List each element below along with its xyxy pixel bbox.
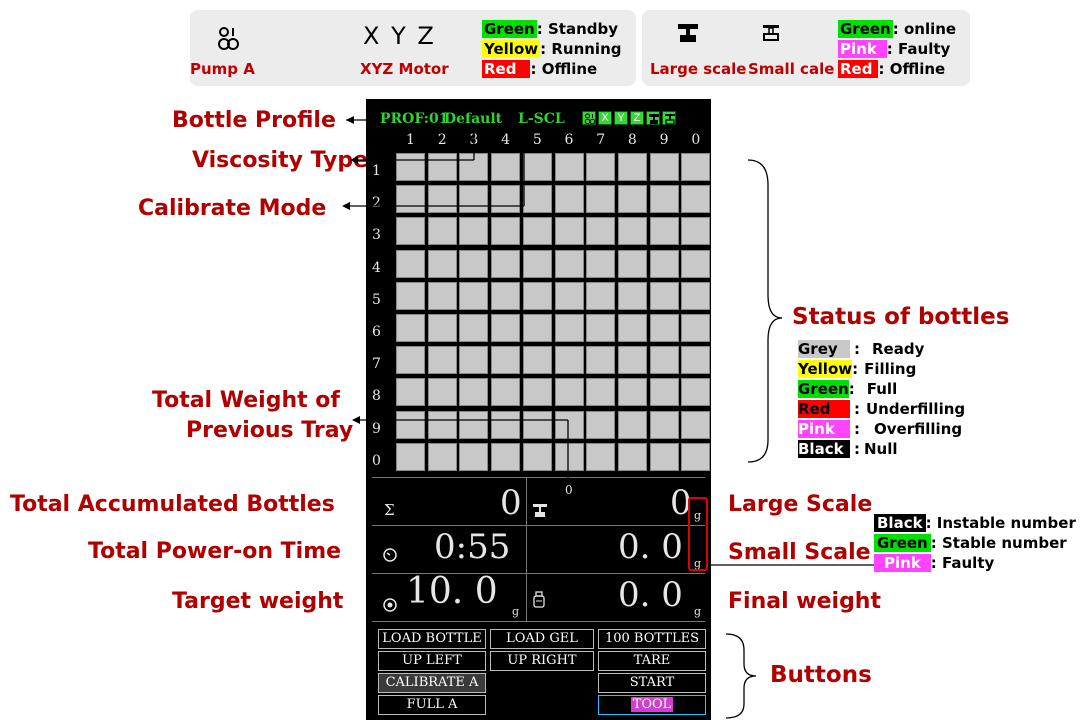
annotation-connectors: [342, 116, 874, 719]
